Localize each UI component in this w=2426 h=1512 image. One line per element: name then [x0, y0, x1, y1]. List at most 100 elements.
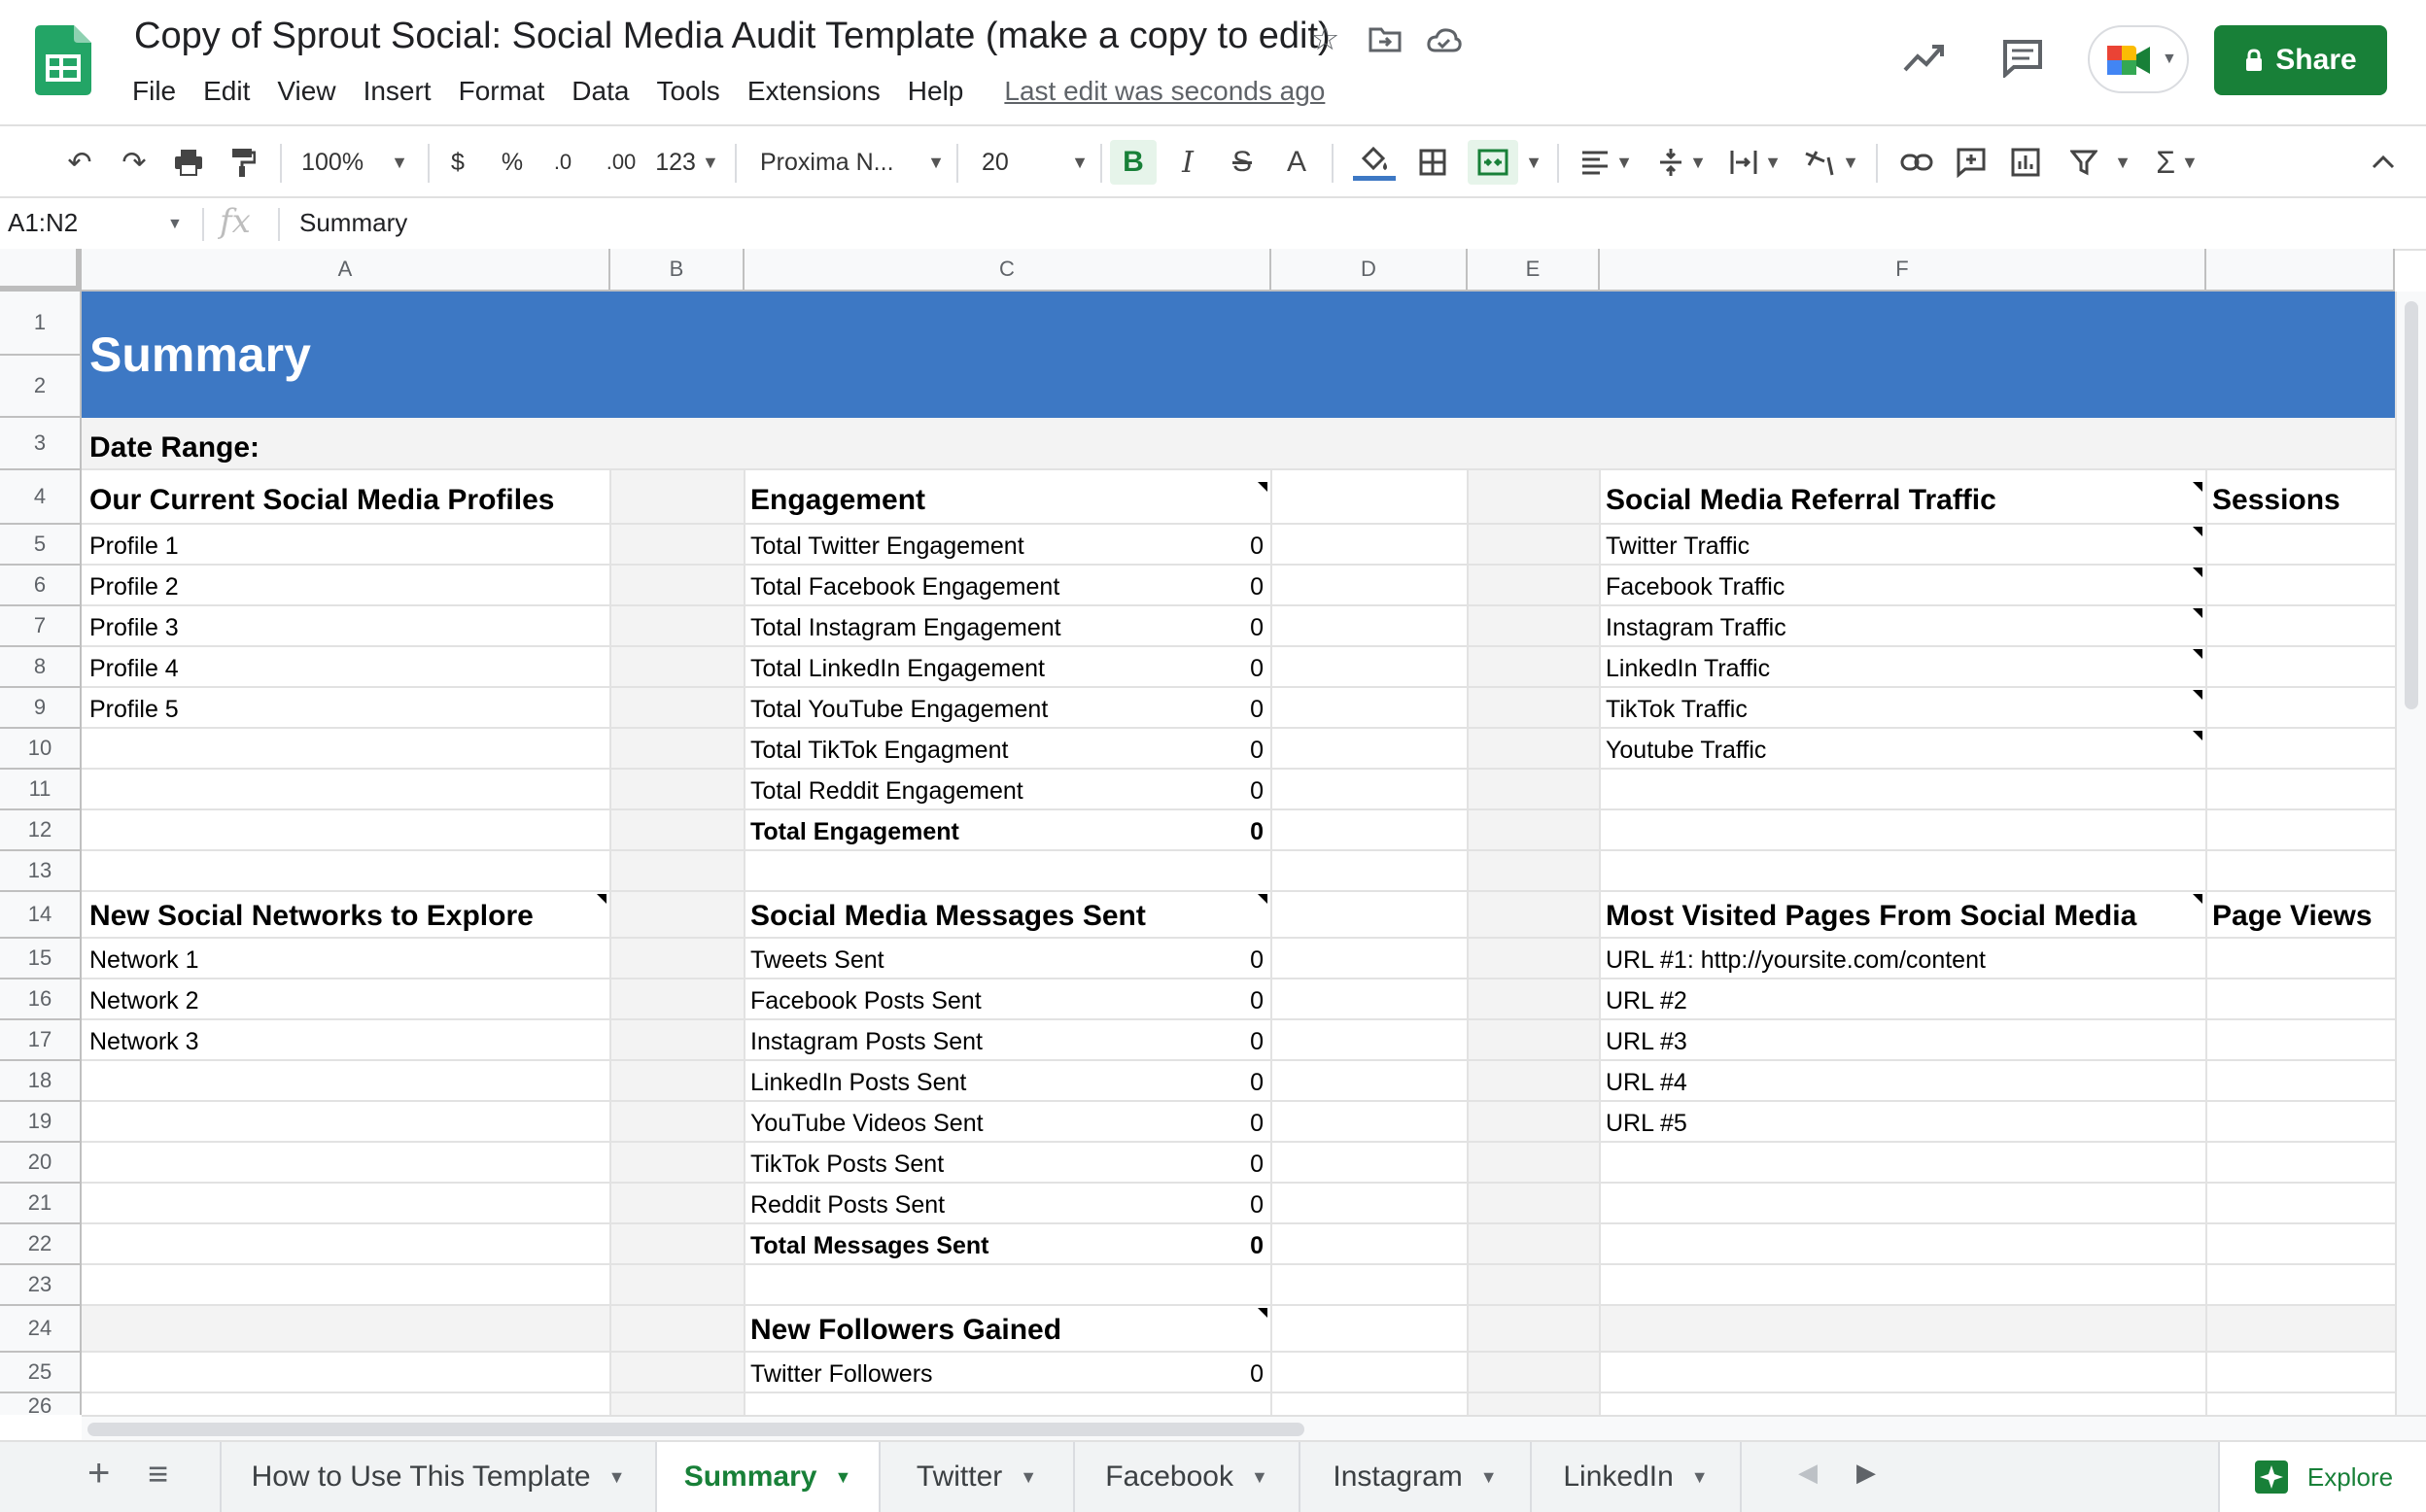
menu-help[interactable]: Help	[908, 76, 964, 107]
menu-format[interactable]: Format	[459, 76, 545, 107]
filter-icon[interactable]	[2062, 140, 2105, 185]
scroll-tabs-left-icon[interactable]: ◀	[1798, 1458, 1818, 1488]
engagement-label[interactable]: Total Instagram Engagement	[750, 614, 1061, 642]
engagement-value[interactable]: 0	[1205, 573, 1264, 601]
messages-value[interactable]: 0	[1205, 1110, 1264, 1138]
engagement-value[interactable]: 0	[1205, 655, 1264, 683]
row-header[interactable]: 7	[0, 606, 82, 647]
column-header-b[interactable]: B	[610, 249, 745, 292]
row-header[interactable]: 2	[0, 356, 82, 418]
cloud-status-icon[interactable]	[1427, 27, 1462, 52]
meet-button[interactable]: ▼	[2088, 25, 2189, 93]
messages-value[interactable]: 0	[1205, 1151, 1264, 1179]
messages-total-value[interactable]: 0	[1205, 1232, 1264, 1260]
row-header[interactable]: 21	[0, 1184, 82, 1224]
last-edit-link[interactable]: Last edit was seconds ago	[1004, 76, 1325, 107]
tab-instagram[interactable]: Instagram ▼	[1300, 1442, 1532, 1512]
engagement-value[interactable]: 0	[1205, 777, 1264, 806]
followers-label[interactable]: Twitter Followers	[750, 1360, 933, 1389]
print-icon[interactable]	[167, 140, 210, 185]
engagement-total-value[interactable]: 0	[1205, 818, 1264, 846]
row-header[interactable]: 1	[0, 292, 82, 356]
share-button[interactable]: Share	[2214, 25, 2387, 95]
move-folder-icon[interactable]	[1369, 25, 1402, 52]
text-wrapping-icon[interactable]: ▼	[1724, 140, 1786, 185]
referral-cell[interactable]: Youtube Traffic	[1606, 737, 1766, 765]
profile-cell[interactable]: Profile 3	[89, 614, 179, 642]
menu-insert[interactable]: Insert	[364, 76, 432, 107]
row-header[interactable]: 18	[0, 1061, 82, 1102]
note-indicator-icon[interactable]	[597, 894, 606, 904]
tab-twitter[interactable]: Twitter ▼	[881, 1442, 1075, 1512]
tab-summary[interactable]: Summary ▼	[657, 1442, 881, 1512]
merge-dropdown-icon[interactable]: ▼	[1522, 140, 1545, 185]
row-header[interactable]: 19	[0, 1102, 82, 1143]
note-indicator-icon[interactable]	[2193, 649, 2202, 659]
messages-value[interactable]: 0	[1205, 1069, 1264, 1097]
messages-label[interactable]: Tweets Sent	[750, 946, 884, 975]
bold-button[interactable]: B	[1110, 140, 1157, 185]
note-indicator-icon[interactable]	[2193, 894, 2202, 904]
messages-label[interactable]: YouTube Videos Sent	[750, 1110, 984, 1138]
number-format-select[interactable]: 123 ▼	[653, 140, 721, 185]
note-indicator-icon[interactable]	[2193, 690, 2202, 700]
page-url-cell[interactable]: URL #2	[1606, 987, 1687, 1015]
note-indicator-icon[interactable]	[2193, 482, 2202, 492]
vertical-align-icon[interactable]: ▼	[1652, 140, 1713, 185]
engagement-label[interactable]: Total LinkedIn Engagement	[750, 655, 1045, 683]
network-cell[interactable]: Network 1	[89, 946, 199, 975]
paint-format-icon[interactable]	[222, 140, 264, 185]
network-cell[interactable]: Network 2	[89, 987, 199, 1015]
italic-button[interactable]: I	[1166, 140, 1209, 185]
referral-cell[interactable]: TikTok Traffic	[1606, 696, 1748, 724]
decrease-decimal-button[interactable]: .0	[546, 140, 579, 185]
messages-label[interactable]: Reddit Posts Sent	[750, 1191, 945, 1220]
messages-value[interactable]: 0	[1205, 1191, 1264, 1220]
vertical-scroll-thumb[interactable]	[2405, 301, 2418, 709]
referral-cell[interactable]: Twitter Traffic	[1606, 533, 1750, 561]
horizontal-align-icon[interactable]: ▼	[1575, 140, 1639, 185]
note-indicator-icon[interactable]	[1258, 894, 1267, 904]
row-header[interactable]: 11	[0, 770, 82, 810]
messages-label[interactable]: Instagram Posts Sent	[750, 1028, 983, 1056]
insert-link-icon[interactable]	[1895, 140, 1938, 185]
horizontal-scroll-thumb[interactable]	[87, 1423, 1304, 1436]
messages-label[interactable]: TikTok Posts Sent	[750, 1151, 944, 1179]
tab-how-to-use[interactable]: How to Use This Template ▼	[220, 1442, 657, 1512]
row-header[interactable]: 17	[0, 1020, 82, 1061]
font-select[interactable]: Proxima N... ▼	[760, 140, 945, 185]
column-header-e[interactable]: E	[1468, 249, 1600, 292]
row-header[interactable]: 13	[0, 851, 82, 892]
add-sheet-icon[interactable]: +	[87, 1452, 110, 1495]
column-header-d[interactable]: D	[1271, 249, 1468, 292]
tab-linkedin[interactable]: LinkedIn ▼	[1532, 1442, 1742, 1512]
formula-input[interactable]: Summary	[299, 208, 407, 238]
row-header[interactable]: 14	[0, 892, 82, 939]
messages-value[interactable]: 0	[1205, 987, 1264, 1015]
engagement-label[interactable]: Total Reddit Engagement	[750, 777, 1023, 806]
referral-cell[interactable]: Facebook Traffic	[1606, 573, 1785, 601]
profile-cell[interactable]: Profile 4	[89, 655, 179, 683]
font-size-select[interactable]: 20 ▼	[982, 140, 1089, 185]
sheets-logo-icon[interactable]	[35, 25, 91, 95]
comments-icon[interactable]	[2002, 39, 2043, 78]
all-sheets-icon[interactable]: ≡	[148, 1454, 168, 1495]
messages-total-label[interactable]: Total Messages Sent	[750, 1232, 988, 1260]
insert-comment-icon[interactable]	[1950, 140, 1993, 185]
star-icon[interactable]: ☆	[1310, 19, 1339, 58]
percent-format-button[interactable]: %	[496, 140, 529, 185]
redo-icon[interactable]: ↷	[113, 140, 156, 185]
explore-button[interactable]: Explore	[2218, 1442, 2426, 1512]
row-header[interactable]: 25	[0, 1353, 82, 1393]
row-header[interactable]: 10	[0, 729, 82, 770]
name-box[interactable]: A1:N2	[8, 208, 78, 238]
activity-dashboard-icon[interactable]	[1903, 43, 1946, 74]
vertical-scrollbar[interactable]	[2395, 292, 2426, 1415]
menu-file[interactable]: File	[132, 76, 176, 107]
note-indicator-icon[interactable]	[2193, 608, 2202, 618]
column-header-g[interactable]	[2206, 249, 2395, 292]
row-header[interactable]: 8	[0, 647, 82, 688]
row-header[interactable]: 26	[0, 1393, 82, 1415]
messages-value[interactable]: 0	[1205, 946, 1264, 975]
engagement-label[interactable]: Total YouTube Engagement	[750, 696, 1048, 724]
